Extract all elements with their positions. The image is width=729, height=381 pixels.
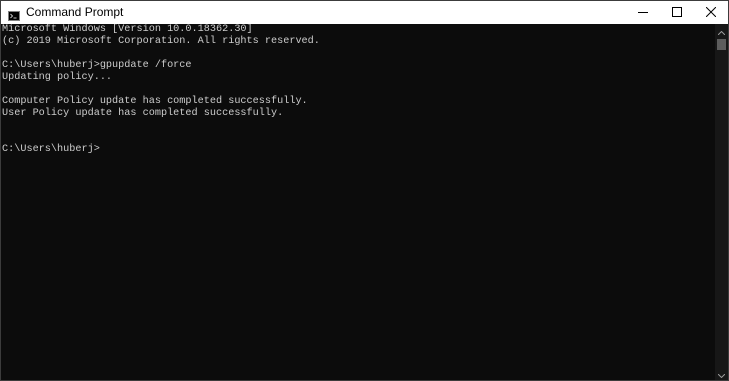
chevron-up-icon [717, 22, 726, 40]
close-icon [705, 4, 717, 22]
scroll-up-button[interactable] [715, 24, 728, 37]
console-line: Updating policy... [2, 72, 113, 83]
maximize-icon [672, 4, 682, 22]
window-title: Command Prompt [26, 5, 124, 19]
console-line: User Policy update has completed success… [2, 108, 284, 119]
minimize-button[interactable] [626, 1, 660, 24]
title-bar[interactable]: Command Prompt [1, 1, 728, 24]
caption-buttons [626, 1, 728, 24]
console-line: (c) 2019 Microsoft Corporation. All righ… [2, 36, 320, 47]
command-prompt-window: Command Prompt Microsoft Windows [Versio… [0, 0, 729, 381]
console-prompt-line[interactable]: C:\Users\huberj> [1, 144, 715, 156]
minimize-icon [638, 4, 648, 22]
scrollbar-thumb[interactable] [717, 39, 726, 50]
cmd-icon [8, 8, 20, 21]
chevron-down-icon [717, 365, 726, 381]
scroll-down-button[interactable] [715, 367, 728, 380]
console-line: Computer Policy update has completed suc… [2, 96, 308, 107]
maximize-button[interactable] [660, 1, 694, 24]
console-line: Microsoft Windows [Version 10.0.18362.30… [2, 24, 253, 35]
vertical-scrollbar[interactable] [715, 24, 728, 380]
console-output[interactable]: Microsoft Windows [Version 10.0.18362.30… [1, 24, 715, 380]
console-line: C:\Users\huberj>gpupdate /force [2, 60, 192, 71]
